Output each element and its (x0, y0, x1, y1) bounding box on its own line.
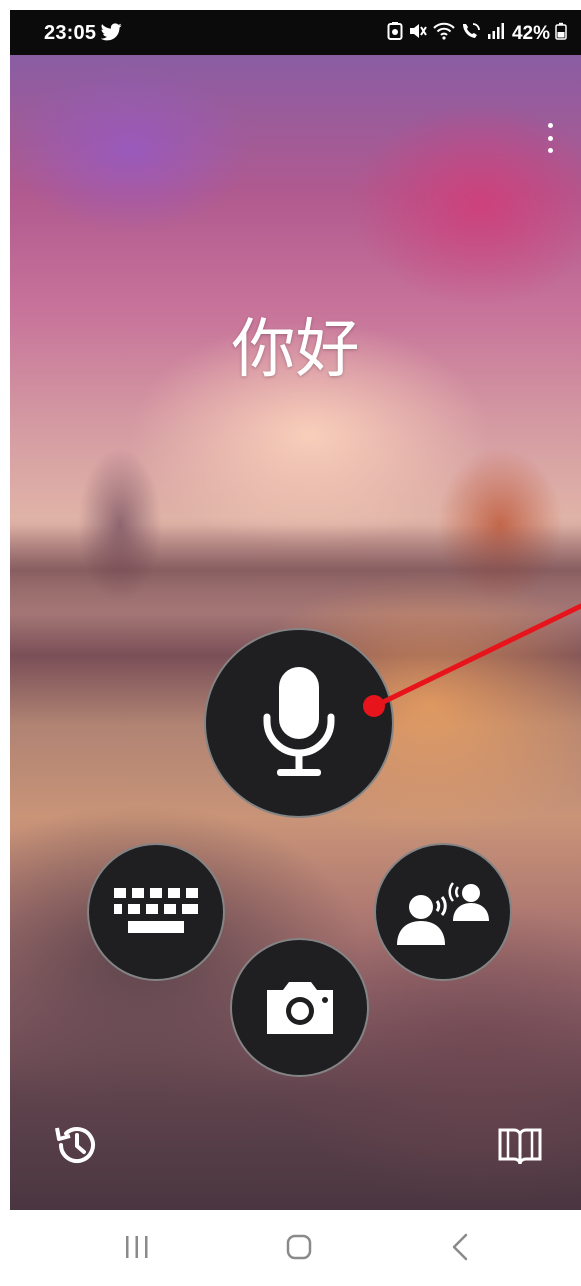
conversation-button[interactable] (374, 843, 512, 981)
camera-input-button[interactable] (230, 938, 369, 1077)
signal-icon (487, 22, 505, 46)
status-time: 23:05 (44, 22, 97, 44)
greeting-text: 你好 (231, 313, 360, 387)
phrasebook-icon[interactable] (498, 1126, 542, 1166)
voice-input-button[interactable] (204, 628, 394, 818)
status-bar: 23:05 42% (10, 10, 581, 55)
battery-percent: 42% (511, 23, 550, 44)
wifi-calling-icon (460, 22, 482, 46)
conversation-icon (397, 882, 489, 945)
system-navigation-bar (10, 1210, 581, 1286)
history-icon[interactable] (54, 1122, 100, 1168)
mute-icon (408, 22, 428, 46)
battery-icon (555, 22, 567, 46)
keyboard-input-button[interactable] (87, 843, 225, 981)
more-options-icon[interactable] (543, 123, 557, 153)
back-icon[interactable] (450, 1233, 470, 1261)
phone-screen: 23:05 42% 你好 (10, 10, 581, 1286)
twitter-bird-icon (100, 23, 122, 46)
microphone-icon (263, 667, 335, 776)
status-right-group: 42% (387, 22, 567, 46)
home-icon[interactable] (286, 1234, 312, 1260)
keyboard-icon (114, 888, 198, 933)
screenshot-frame: 23:05 42% 你好 (0, 0, 581, 1286)
battery-saver-icon (387, 22, 403, 46)
camera-icon (266, 981, 333, 1034)
recent-apps-icon[interactable] (124, 1235, 150, 1259)
wifi-icon (433, 22, 455, 46)
